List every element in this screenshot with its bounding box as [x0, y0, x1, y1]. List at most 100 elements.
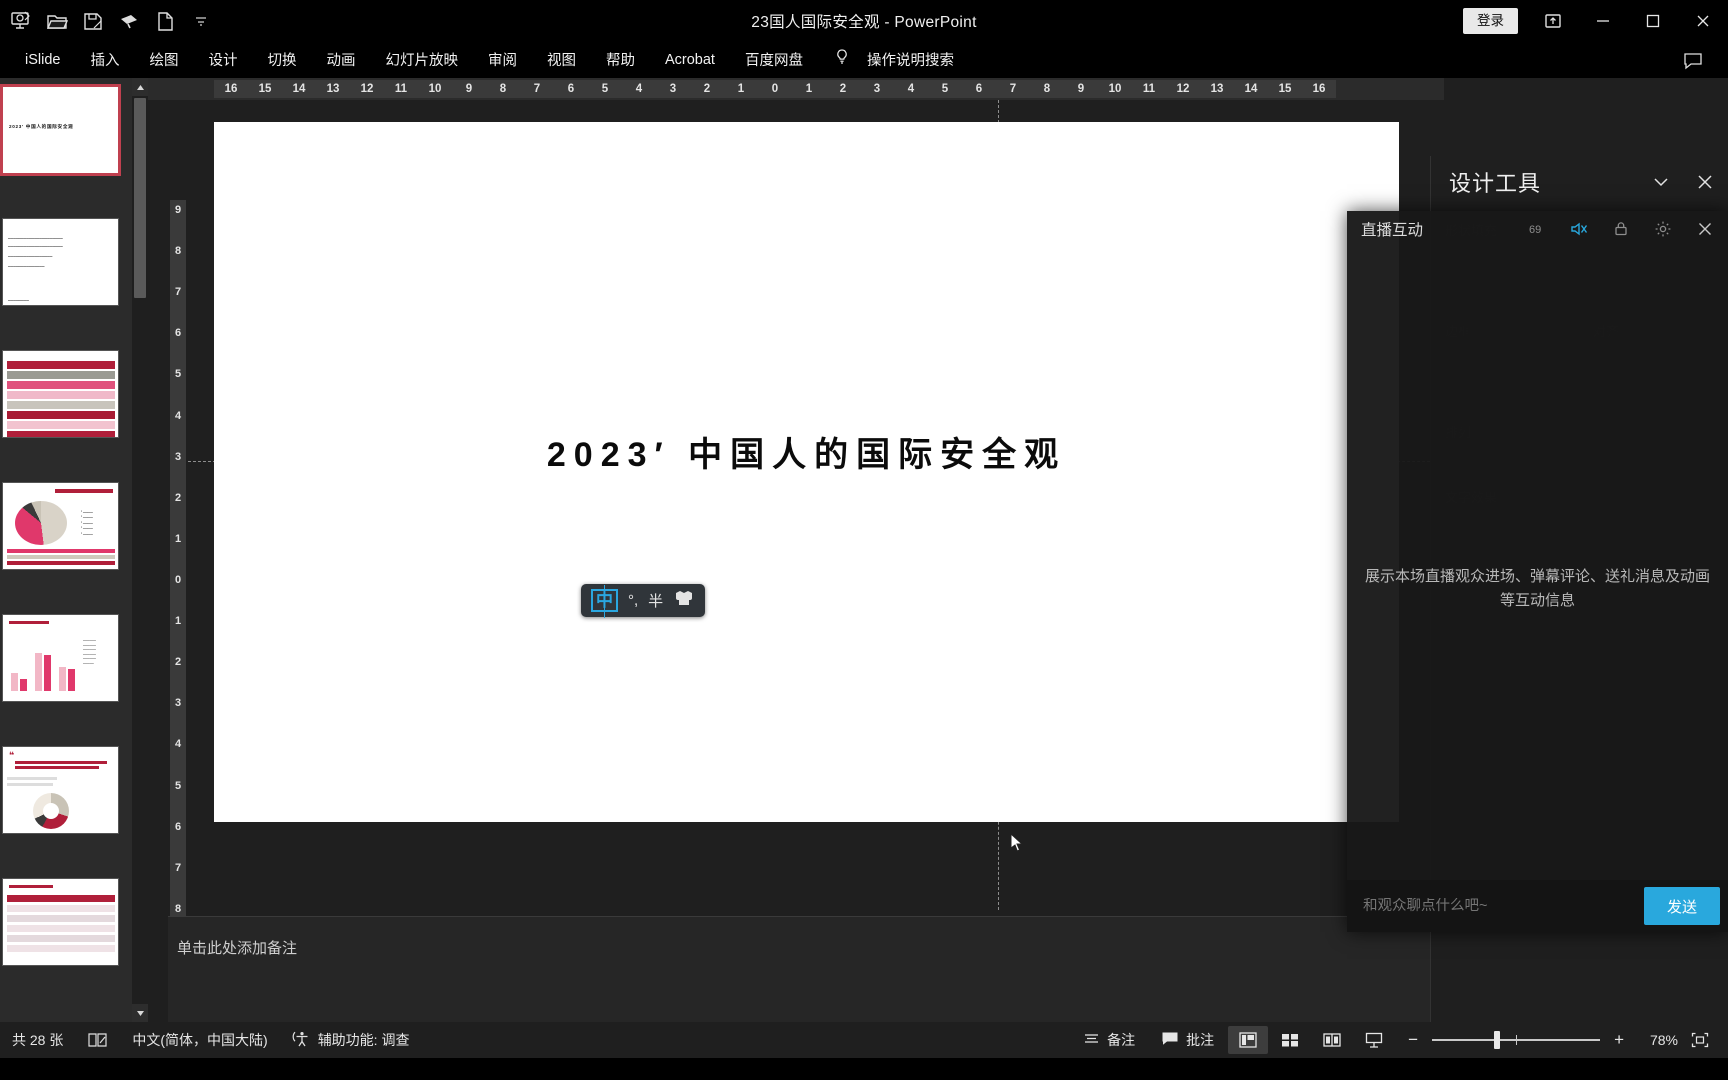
ruler-tick: 7	[174, 861, 182, 874]
tab-draw[interactable]: 绘图	[136, 43, 191, 76]
tab-help[interactable]: 帮助	[593, 43, 648, 76]
fit-to-window-icon[interactable]	[1680, 1026, 1720, 1054]
slide-thumbnail-pane[interactable]: 2023′ 中国人的国际安全观 ▁▁▁▁▁▁▁▁▁▁▁▁▁▁▁▁▁▁▁▁▁ ▁▁…	[0, 78, 148, 1022]
ruler-tick: 5	[941, 83, 949, 95]
thumbnail-scrollbar-thumb[interactable]	[134, 98, 146, 298]
tab-transitions[interactable]: 切换	[254, 43, 309, 76]
live-chat-bar: 发送	[1347, 880, 1728, 932]
viewer-count-icon[interactable]: 69	[1526, 218, 1548, 240]
gear-icon[interactable]	[1652, 218, 1674, 240]
thumbnail-scroll-up-icon[interactable]	[132, 78, 148, 96]
tab-baidu-netdisk[interactable]: 百度网盘	[732, 43, 816, 76]
ruler-tick: 16	[1312, 83, 1326, 95]
thumbnail-slide-5[interactable]: ▁▁▁▁▁▁ ▁▁▁▁▁▁ ▁▁▁▁▁▁ ▁▁▁▁▁▁ ▁▁▁▁▁▁ ▁▁▁▁▁	[2, 614, 119, 702]
slideshow-button[interactable]	[1354, 1026, 1394, 1054]
autosave-icon[interactable]	[4, 5, 38, 37]
tab-review[interactable]: 审阅	[475, 43, 530, 76]
thumbnail-slide-1-title: 2023′ 中国人的国际安全观	[9, 124, 74, 129]
zoom-slider-midpoint	[1516, 1035, 1518, 1045]
vertical-ruler[interactable]: 9 8 7 6 5 4 3 2 1 0 1 2 3 4 5 6 7 8 9	[168, 100, 188, 1000]
ruler-tick: 15	[258, 83, 272, 95]
soft-keyboard-icon[interactable]	[673, 589, 695, 612]
lock-icon[interactable]	[1610, 218, 1632, 240]
design-tools-title: 设计工具	[1449, 171, 1542, 196]
slide-count-label[interactable]: 共 28 张	[0, 1026, 75, 1054]
close-icon[interactable]	[1694, 218, 1716, 240]
workspace: 2023′ 中国人的国际安全观 ▁▁▁▁▁▁▁▁▁▁▁▁▁▁▁▁▁▁▁▁▁ ▁▁…	[0, 78, 1728, 1080]
open-icon[interactable]	[40, 5, 74, 37]
ruler-tick: 0	[771, 83, 779, 95]
normal-view-button[interactable]	[1228, 1026, 1269, 1054]
reading-view-button[interactable]	[1312, 1026, 1352, 1054]
live-chat-send-button[interactable]: 发送	[1644, 887, 1720, 925]
accessibility-status[interactable]: 辅助功能: 调查	[280, 1026, 422, 1055]
format-painter-icon[interactable]	[112, 5, 146, 37]
close-window-icon[interactable]	[1678, 0, 1728, 41]
tell-me-search[interactable]: 操作说明搜索	[818, 43, 960, 76]
thumbnail-slide-4[interactable]: ▪ ▁▁▁▁ ▪ ▁▁▁▁ ▪ ▁▁▁▁ ▪ ▁▁▁▁ ▪ ▁▁▁▁	[2, 482, 119, 570]
language-label[interactable]: 中文(简体，中国大陆)	[120, 1026, 279, 1054]
ruler-tick: 3	[174, 697, 182, 710]
ruler-tick: 4	[907, 83, 915, 95]
slide-title-text[interactable]: 2023′ 中国人的国际安全观	[214, 427, 1399, 476]
thumbnail-scroll-down-icon[interactable]	[132, 1004, 148, 1022]
save-icon[interactable]	[76, 5, 110, 37]
zoom-slider[interactable]: − +	[1396, 1030, 1636, 1050]
zoom-slider-track[interactable]	[1432, 1031, 1601, 1049]
comment-icon[interactable]	[1668, 39, 1718, 80]
notes-pane[interactable]: 单击此处添加备注	[168, 916, 1430, 1022]
window-controls: 登录	[1463, 0, 1728, 41]
tab-design[interactable]: 设计	[195, 43, 250, 76]
ruler-tick: 2	[703, 83, 711, 95]
thumbnail-slide-1[interactable]: 2023′ 中国人的国际安全观	[0, 84, 121, 176]
ruler-tick: 2	[174, 491, 182, 504]
thumbnail-scrollbar[interactable]	[132, 78, 148, 1022]
ruler-tick: 0	[174, 573, 182, 586]
ime-toolbar[interactable]: 中 °, 半	[581, 584, 706, 618]
ruler-tick: 5	[601, 83, 609, 95]
restore-window-icon[interactable]	[1528, 0, 1578, 41]
comments-toggle-button[interactable]: 批注	[1149, 1026, 1226, 1054]
tab-islide[interactable]: iSlide	[12, 46, 73, 74]
thumbnail-slide-7[interactable]	[2, 878, 119, 966]
live-interaction-panel[interactable]: 直播互动 69 展示本场直播观众进场、弹幕评论、送礼消息及动画等互动信息 和观众…	[1347, 211, 1728, 932]
tab-animations[interactable]: 动画	[313, 43, 368, 76]
mute-sound-icon[interactable]	[1568, 218, 1590, 240]
minimize-window-icon[interactable]	[1578, 0, 1628, 41]
ruler-tick: 13	[326, 83, 340, 95]
new-slide-icon[interactable]	[148, 5, 182, 37]
ruler-tick: 3	[873, 83, 881, 95]
maximize-window-icon[interactable]	[1628, 0, 1678, 41]
tab-slideshow[interactable]: 幻灯片放映	[372, 43, 471, 76]
live-chat-input[interactable]	[1347, 898, 1644, 914]
horizontal-ruler[interactable]: 16 15 14 13 12 11 10 9 8 7 6 5 4 3 2 1 0…	[148, 78, 1444, 100]
ime-width-mode[interactable]: 半	[648, 590, 663, 611]
close-icon[interactable]	[1690, 167, 1720, 197]
zoom-in-button[interactable]: +	[1610, 1030, 1628, 1050]
zoom-level-label[interactable]: 78%	[1638, 1032, 1678, 1048]
tab-acrobat[interactable]: Acrobat	[652, 46, 728, 74]
notes-toggle-button[interactable]: 备注	[1071, 1026, 1147, 1054]
thumbnail-list: 2023′ 中国人的国际安全观 ▁▁▁▁▁▁▁▁▁▁▁▁▁▁▁▁▁▁▁▁▁ ▁▁…	[0, 78, 132, 1022]
thumbnail-slide-2[interactable]: ▁▁▁▁▁▁▁▁▁▁▁▁▁▁▁▁▁▁▁▁▁ ▁▁▁▁▁▁▁▁▁▁▁▁▁▁▁▁▁▁…	[2, 218, 119, 306]
thumbnail-slide-3[interactable]	[2, 350, 119, 438]
slide-editing-surface[interactable]: 2023′ 中国人的国际安全观	[214, 122, 1399, 822]
ruler-tick: 12	[1176, 83, 1190, 95]
zoom-slider-handle[interactable]	[1494, 1031, 1501, 1049]
ime-punctuation-mode[interactable]: °,	[628, 592, 638, 609]
svg-text:69: 69	[1529, 224, 1541, 236]
comment-icon	[1161, 1031, 1179, 1049]
zoom-out-button[interactable]: −	[1404, 1030, 1422, 1050]
slide-sorter-button[interactable]	[1270, 1026, 1310, 1054]
ruler-tick: 5	[174, 779, 182, 792]
tab-insert[interactable]: 插入	[77, 43, 132, 76]
slide-canvas-area[interactable]: 2023′ 中国人的国际安全观	[188, 100, 1430, 910]
chevron-down-icon[interactable]	[1646, 167, 1676, 197]
thumbnail-slide-6[interactable]: ❝	[2, 746, 119, 834]
sign-in-button[interactable]: 登录	[1463, 7, 1518, 34]
tab-view[interactable]: 视图	[534, 43, 589, 76]
ime-language-mode[interactable]: 中	[591, 585, 618, 618]
notes-placeholder[interactable]: 单击此处添加备注	[177, 937, 297, 958]
customize-qat-icon[interactable]	[184, 5, 218, 37]
proofing-icon[interactable]	[75, 1027, 120, 1053]
